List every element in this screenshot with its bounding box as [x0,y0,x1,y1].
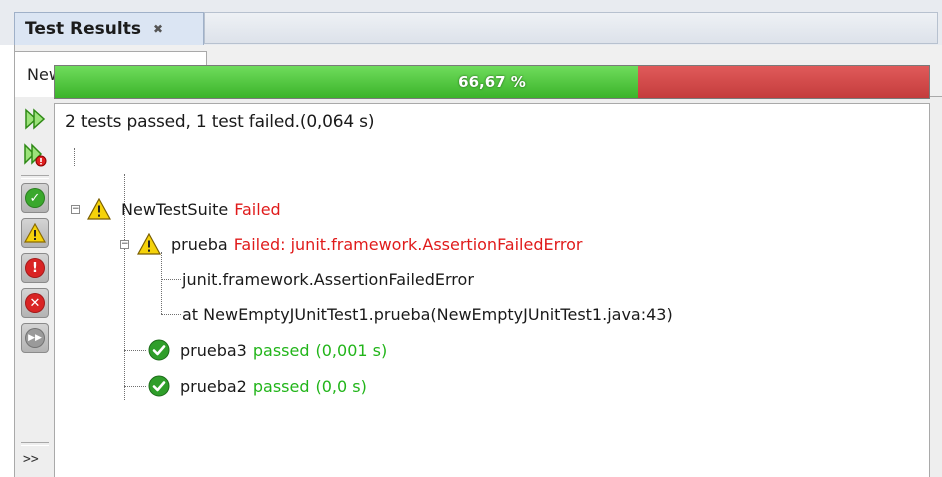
test-progress-bar: 66,67 % [54,65,930,99]
test-results-toolbar: ✓ ! ✕ ▶▶ >> [15,97,55,477]
tabbar-strip [204,12,938,44]
stack-trace-line: at NewEmptyJUnitTest1.prueba(NewEmptyJUn… [182,304,673,324]
show-errors-icon[interactable]: ✕ [21,288,49,318]
checkmark-icon [148,375,170,397]
passed-test-name: prueba3 [180,340,247,360]
failed-test-name: prueba [171,234,228,254]
tree-connector [161,279,181,280]
output-window-tabbar: Test Results ✖ [0,0,942,45]
show-failures-icon[interactable]: ! [21,253,49,283]
toolbar-separator [21,442,49,446]
tree-connector [74,148,75,166]
passed-test-status: passed [252,340,310,360]
collapse-toggle[interactable]: − [71,205,80,214]
suite-name: NewTestSuite [121,199,229,219]
tree-node-failed-test[interactable]: prueba Failed: junit.framework.Assertion… [137,232,583,256]
rerun-failed-icon[interactable] [21,141,49,169]
rerun-icon[interactable] [21,105,49,133]
error-x-icon: ✕ [25,293,45,313]
tree-connector [161,252,162,314]
passed-test-time: (0,001 s) [315,340,388,360]
toolbar-separator [21,175,49,179]
tree-node-passed-test[interactable]: prueba3 passed (0,001 s) [148,338,387,362]
tree-node-passed-test[interactable]: prueba2 passed (0,0 s) [148,374,367,398]
checkmark-icon: ✓ [25,188,45,208]
warning-icon [87,198,111,220]
progress-percent-label: 66,67 % [458,73,526,91]
tree-node-suite[interactable]: NewTestSuite Failed [87,197,281,221]
tree-connector [161,314,181,315]
show-warnings-icon[interactable] [21,218,49,248]
tree-connector [124,386,146,387]
warning-icon [137,233,161,255]
suite-status: Failed [234,199,281,219]
checkmark-icon [148,339,170,361]
passed-test-name: prueba2 [180,376,247,396]
failure-message: junit.framework.AssertionFailedError [182,269,474,289]
passed-test-time: (0,0 s) [315,376,367,396]
test-results-tree: 2 tests passed, 1 test failed.(0,064 s) … [54,103,930,477]
tab-test-results[interactable]: Test Results ✖ [14,12,204,45]
warning-icon [24,223,46,243]
aborted-icon: ▶▶ [25,328,45,348]
tree-node-stack-trace[interactable]: at NewEmptyJUnitTest1.prueba(NewEmptyJUn… [182,302,673,326]
tab-test-results-label: Test Results [25,19,141,39]
show-aborted-icon[interactable]: ▶▶ [21,323,49,353]
collapse-toggle[interactable]: − [120,240,129,249]
close-icon[interactable]: ✖ [153,22,163,36]
exclamation-icon: ! [25,258,45,278]
passed-test-status: passed [252,376,310,396]
tree-node-failure-message[interactable]: junit.framework.AssertionFailedError [182,267,474,291]
toolbar-more-button[interactable]: >> [23,452,39,467]
show-passed-icon[interactable]: ✓ [21,183,49,213]
failed-test-status: Failed: junit.framework.AssertionFailedE… [233,234,583,254]
tree-connector [124,350,146,351]
test-summary: 2 tests passed, 1 test failed.(0,064 s) [65,112,375,132]
